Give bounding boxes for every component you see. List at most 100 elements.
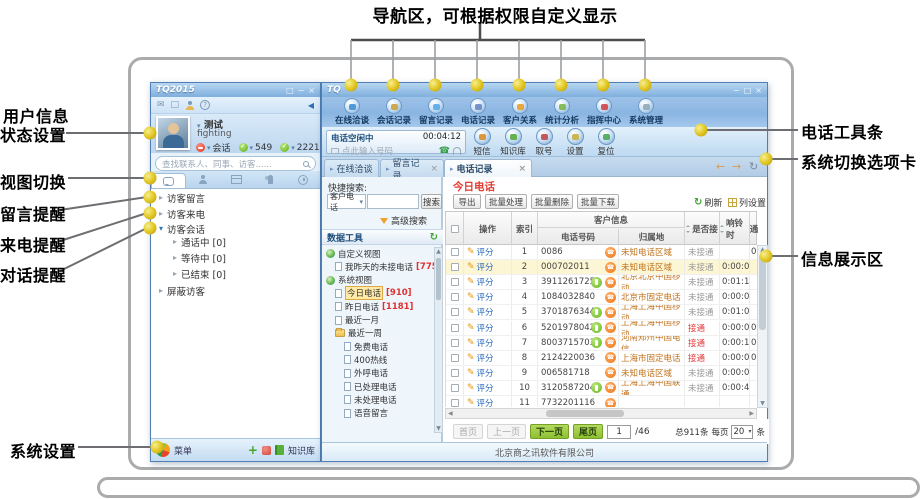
data-view-item[interactable]: 今日电话[910]	[322, 287, 434, 300]
data-view-item[interactable]: 我昨天的未接电话[775]	[322, 260, 434, 273]
edit-icon[interactable]: ✎	[467, 353, 475, 363]
tree-expand-icon[interactable]: ▸	[173, 269, 177, 278]
system-tab-3[interactable]: ▸电话记录×	[444, 159, 532, 177]
edit-icon[interactable]: ✎	[467, 292, 475, 302]
visitor-tree-item[interactable]: ▸访客留言	[151, 190, 320, 205]
search-button[interactable]: 搜索	[421, 194, 442, 209]
tree-expand-icon[interactable]: ▸	[173, 253, 177, 262]
phone-tool-button-4[interactable]: 设置	[560, 128, 590, 156]
close-button[interactable]: ×	[308, 86, 315, 95]
call-record-row[interactable]: ✎评分41084032840☎北京市固定电话未接通0:00:05	[446, 290, 757, 305]
score-link[interactable]: 评分	[477, 367, 494, 379]
scrollbar-thumb[interactable]	[436, 258, 441, 300]
phone-number-input[interactable]: 点此输入号码	[342, 145, 393, 157]
visitor-tree-item[interactable]: ▸屏蔽访客	[151, 283, 320, 298]
tab-colleagues[interactable]	[220, 171, 253, 188]
knowledge-base-icon[interactable]	[275, 445, 284, 455]
call-record-row[interactable]: ✎评分82124220036☎上海市固定电话接通0:00:090	[446, 351, 757, 366]
call-record-row[interactable]: ✎评分9006581718☎未知电话区域未接通0:00:08	[446, 366, 757, 381]
restore-button[interactable]: □	[286, 86, 294, 95]
call-record-row[interactable]: ✎评分103120587204☎上海上海中国联通未接通0:00:48	[446, 381, 757, 396]
batch-button-4[interactable]: 批量下载	[577, 194, 619, 209]
system-tab-1[interactable]: ▸在线洽谈	[324, 159, 379, 177]
col-index[interactable]: 索引	[512, 212, 538, 245]
scrollbar-thumb[interactable]	[759, 254, 766, 330]
tab-conversations[interactable]	[151, 173, 186, 188]
online-check-icon[interactable]	[280, 143, 289, 152]
forward-icon[interactable]: →	[732, 161, 741, 172]
edit-icon[interactable]: ✎	[467, 323, 475, 333]
score-link[interactable]: 评分	[477, 337, 494, 349]
nav-item-8[interactable]: 系统管理	[626, 98, 666, 126]
data-view-item[interactable]: 自定义视图	[322, 247, 434, 260]
knowledge-base-button[interactable]: 知识库	[288, 444, 315, 457]
call-record-row[interactable]: ✎评分2000702011☎未知电话区域未接通0:00:07	[446, 260, 757, 275]
tree-expand-icon[interactable]: ▸	[159, 193, 163, 202]
tree-scrollbar[interactable]: ▲ ▼	[434, 247, 443, 433]
data-view-item[interactable]: 免费电话	[322, 340, 434, 353]
per-page-select[interactable]: 20▾	[731, 425, 753, 439]
col-location[interactable]: 归属地	[619, 229, 685, 245]
score-link[interactable]: 评分	[477, 306, 494, 318]
score-link[interactable]: 评分	[477, 246, 494, 258]
edit-icon[interactable]: ✎	[467, 368, 475, 378]
row-checkbox[interactable]	[451, 293, 459, 301]
scroll-down-icon[interactable]: ▼	[759, 400, 766, 407]
row-checkbox[interactable]	[451, 399, 459, 407]
add-icon[interactable]: +	[248, 443, 258, 457]
search-input[interactable]: 查找联系人、同事、访客......	[155, 156, 316, 171]
counter-1[interactable]: 549	[255, 143, 272, 153]
data-view-item[interactable]: 已处理电话	[322, 380, 434, 393]
headset-icon[interactable]	[453, 147, 461, 155]
prev-page-button[interactable]: 上一页	[487, 424, 526, 439]
data-view-item[interactable]: 昨日电话[1181]	[322, 300, 434, 313]
score-link[interactable]: 评分	[477, 291, 494, 303]
nav-item-7[interactable]: 指挥中心	[584, 98, 624, 126]
tree-expand-icon[interactable]: ▸	[159, 209, 163, 218]
phone-tool-button-5[interactable]: 复位	[591, 128, 621, 156]
edit-icon[interactable]: ✎	[467, 383, 475, 393]
scrollbar-thumb[interactable]	[546, 410, 624, 417]
row-checkbox[interactable]	[451, 308, 459, 316]
mail-icon[interactable]: ✉	[157, 100, 165, 110]
chevron-down-icon[interactable]: ▾	[291, 144, 295, 152]
app-logo-icon[interactable]	[156, 443, 170, 457]
call-record-row[interactable]: ✎评分78003715703☎河南郑州中国电信接通0:00:120	[446, 336, 757, 351]
call-record-row[interactable]: ✎评分65201978042☎上海上海中国移动接通0:00:090	[446, 321, 757, 336]
nav-item-1[interactable]: 在线洽谈	[332, 98, 372, 126]
visitor-tree-item[interactable]: ▸访客来电	[151, 206, 320, 221]
search-icon[interactable]	[303, 161, 309, 167]
batch-button-1[interactable]: 导出	[453, 194, 481, 209]
dnd-mini-icon[interactable]	[262, 446, 271, 455]
data-view-item[interactable]: 最近一周	[322, 327, 434, 340]
online-check-icon[interactable]	[239, 143, 248, 152]
search-field-select[interactable]: 客户电话▾	[327, 194, 366, 209]
row-checkbox[interactable]	[451, 339, 459, 347]
avatar[interactable]	[156, 116, 190, 150]
sort-icon[interactable]	[686, 225, 691, 233]
call-record-row[interactable]: ✎评分53701876344☎上海上海中国移动未接通0:01:07	[446, 305, 757, 320]
data-view-item[interactable]: 最近一月	[322, 314, 434, 327]
score-link[interactable]: 评分	[477, 397, 494, 407]
edit-icon[interactable]: ✎	[467, 277, 475, 287]
score-link[interactable]: 评分	[477, 261, 494, 273]
window-icon[interactable]: □	[171, 100, 180, 110]
col-answered[interactable]: 是否接	[685, 212, 720, 245]
batch-button-3[interactable]: 批量删除	[531, 194, 573, 209]
user-status-icon[interactable]	[185, 101, 194, 110]
data-view-item[interactable]: 语音留言	[322, 407, 434, 420]
help-icon[interactable]: ?	[200, 100, 210, 110]
nav-item-6[interactable]: 统计分析	[542, 98, 582, 126]
counter-2[interactable]: 2221	[297, 143, 320, 153]
dial-icon[interactable]: ☎	[439, 147, 450, 155]
scroll-up-icon[interactable]: ▲	[759, 246, 766, 253]
horizontal-scrollbar[interactable]: ◀ ▶	[445, 408, 757, 419]
close-button[interactable]: ×	[755, 86, 762, 95]
maximize-button[interactable]: □	[744, 86, 752, 95]
back-icon[interactable]: ←	[716, 161, 725, 172]
visitor-tree-item[interactable]: ▸已结束 [0]	[151, 266, 320, 281]
last-page-button[interactable]: 尾页	[573, 424, 603, 439]
tab-contacts[interactable]	[186, 171, 219, 188]
busy-status-icon[interactable]	[196, 143, 205, 152]
nav-item-4[interactable]: 电话记录	[458, 98, 498, 126]
